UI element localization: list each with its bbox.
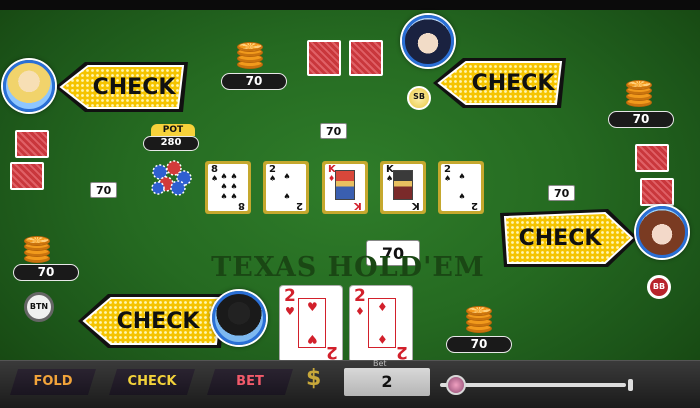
- player-bet-pill: 70: [608, 111, 674, 128]
- hero-avatar-silhouette: [212, 291, 266, 345]
- opponent-card-back: [635, 144, 669, 172]
- big-blind-badge: BB: [647, 275, 671, 299]
- opponent-card-back: [15, 130, 49, 158]
- pot-value: 280: [143, 136, 199, 151]
- hero-card: 2 ♥ ♥ ♥ 2: [280, 286, 342, 362]
- bet-slider-end: [628, 379, 633, 391]
- opponent-card-back: [349, 40, 383, 76]
- player-avatar: [636, 206, 688, 258]
- player-bet-pill: 70: [446, 336, 512, 353]
- check-label: CHECK: [518, 225, 602, 251]
- small-blind-badge: SB: [407, 86, 431, 110]
- chip-stack: [626, 78, 652, 108]
- chip-stack: [237, 40, 263, 70]
- fold-button[interactable]: FOLD: [10, 369, 96, 395]
- opponent-card-back: [640, 178, 674, 206]
- bet-amount-label: Bet: [373, 359, 387, 368]
- dealer-button-badge: BTN: [24, 292, 54, 322]
- opponent-card-back: [10, 162, 44, 190]
- bet-button[interactable]: BET: [207, 369, 293, 395]
- check-label: CHECK: [471, 70, 555, 96]
- bet-amount-input[interactable]: 2: [344, 368, 430, 396]
- player-bet-tag: 70: [320, 123, 348, 139]
- check-banner: CHECK: [78, 290, 228, 352]
- top-bar: [0, 0, 700, 10]
- pot-chips: [150, 158, 194, 198]
- board-card: K ♦ K: [322, 161, 368, 214]
- check-banner: CHECK: [433, 54, 573, 112]
- board-card: K ♠ K: [380, 161, 426, 214]
- player-bet-pill: 70: [221, 73, 287, 90]
- board-card: 2 ♠ ♠ ♠ 2: [263, 161, 309, 214]
- dollar-icon: $: [306, 366, 322, 391]
- check-banner: CHECK: [500, 205, 640, 271]
- player-avatar: [3, 60, 55, 112]
- check-button[interactable]: CHECK: [109, 369, 195, 395]
- bet-slider-thumb[interactable]: [446, 375, 466, 395]
- player-bet-pill: 70: [13, 264, 79, 281]
- check-banner: CHECK: [55, 58, 195, 116]
- opponent-card-back: [307, 40, 341, 76]
- board-card: 8 ♠ ♠ ♠ ♠ ♠ ♠ ♠ 8: [205, 161, 251, 214]
- hero-card: 2 ♦ ♦ ♦ 2: [350, 286, 412, 362]
- pot-label: POT: [151, 124, 195, 136]
- table-watermark: TEXAS HOLD'EM: [211, 252, 485, 283]
- player-bet-tag: 70: [548, 185, 576, 201]
- check-label: CHECK: [92, 74, 176, 100]
- player-bet-tag: 70: [90, 182, 118, 198]
- board-card: 2 ♠ ♠ ♠ 2: [438, 161, 484, 214]
- chip-stack: [466, 304, 492, 334]
- poker-table: 70 CHECK CHECK SB 70 70 POT 280 8 ♠ ♠ ♠ …: [0, 0, 700, 408]
- chip-stack: [24, 234, 50, 264]
- bet-slider-track[interactable]: [440, 383, 626, 387]
- check-label: CHECK: [116, 308, 200, 334]
